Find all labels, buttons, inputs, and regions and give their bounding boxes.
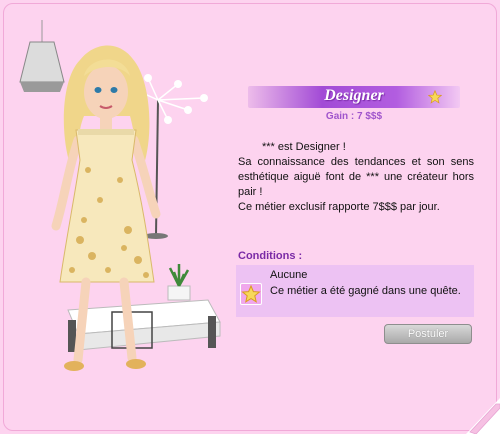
job-gain: Gain : 7 $$$ <box>325 111 383 122</box>
description-line-1: *** est Designer ! <box>262 141 346 153</box>
designer-avatar-illustration <box>19 20 221 371</box>
conditions-label: Conditions : <box>238 250 303 262</box>
lamp-icon <box>19 20 65 92</box>
coffee-table-icon <box>67 299 221 352</box>
apply-button[interactable]: Postuler <box>384 324 472 344</box>
job-card: Designer Gain : 7 $$$ *** est Designer !… <box>0 0 500 434</box>
description-line-2: Sa connaissance des tendances et son sen… <box>238 156 474 198</box>
plant-pot-icon <box>167 264 191 301</box>
star-icon <box>428 90 442 104</box>
job-description: *** est Designer ! Sa connaissance des t… <box>238 140 474 215</box>
page-curl-icon[interactable] <box>466 398 500 434</box>
star-icon <box>241 284 261 303</box>
conditions-box: Aucune Ce métier a été gagné dans une qu… <box>236 265 474 317</box>
condition-star-badge <box>240 283 262 305</box>
condition-text: Ce métier a été gagné dans une quête. <box>270 285 461 297</box>
condition-title: Aucune <box>270 269 308 281</box>
description-line-3: Ce métier exclusif rapporte 7$$$ par jou… <box>238 201 440 213</box>
